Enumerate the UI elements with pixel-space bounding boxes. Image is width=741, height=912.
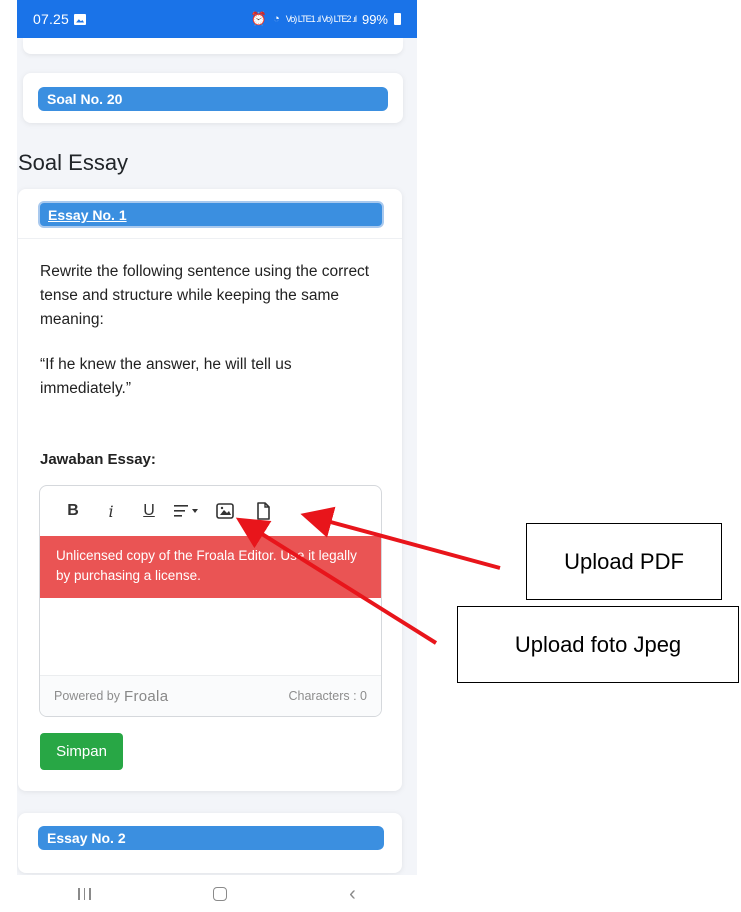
annotation-arrows — [235, 506, 501, 645]
arrow-to-file-button — [300, 506, 501, 570]
